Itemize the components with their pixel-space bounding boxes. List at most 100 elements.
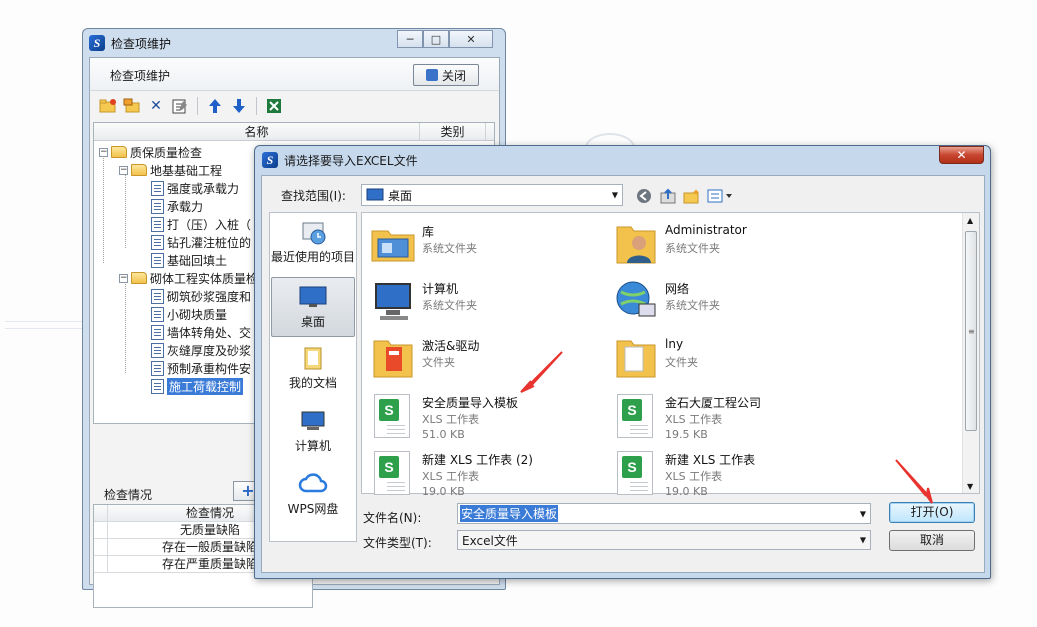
tree-node-label: 钻孔灌注桩位的 [167,235,252,250]
folder-icon [111,146,127,158]
tree-toolbar: ✕ [90,92,499,120]
tree-node-label: 质保质量检查 [130,145,203,160]
file-item[interactable]: S 新建 XLS 工作表 (2) XLS 工作表 19.0 KB [370,449,610,501]
move-down-icon[interactable] [229,96,249,116]
up-folder-icon[interactable] [658,186,678,206]
tree-node-label: 承载力 [167,199,204,214]
documents-folder-icon [304,347,322,370]
tree-node-label: 地基基础工程 [150,163,223,178]
add-item-icon[interactable] [122,96,142,116]
tree-node-item[interactable]: 砌筑砂浆强度和 [151,287,251,305]
place-recent[interactable]: 最近使用的项目 [271,219,355,265]
folder-icon [131,272,147,284]
file-list-scrollbar[interactable]: ▲ ≡ ▼ [962,213,979,493]
file-list: 库 系统文件夹 Administrator 系统文件夹 计算机 系统文件夹 网络… [361,212,980,498]
tree-node-group[interactable]: − 砌体工程实体质量检 [119,269,258,287]
edit-icon[interactable] [170,96,190,116]
tree-node-label: 基础回填土 [167,253,228,268]
tree-node-item-selected[interactable]: 施工荷载控制 [151,377,244,395]
app-logo-icon: S [89,35,105,51]
document-icon [151,180,164,196]
header-bar: 检查项维护 关闭 [90,58,499,91]
maximize-button[interactable]: □ [423,30,449,48]
file-item[interactable]: S 新建 XLS 工作表 XLS 工作表 19.0 KB [613,449,853,501]
document-icon [151,378,164,394]
move-up-icon[interactable] [205,96,225,116]
file-item-target-template[interactable]: S 安全质量导入模板 XLS 工作表 51.0 KB [370,392,610,444]
tree-node-item[interactable]: 钻孔灌注桩位的 [151,233,251,251]
tree-node-root[interactable]: − 质保质量检查 [99,143,202,161]
tree-node-item[interactable]: 打（压）入桩（ [151,215,251,233]
tree-node-item[interactable]: 墙体转角处、交 [151,323,251,341]
tree-line [103,155,104,263]
tree-node-item[interactable]: 承载力 [151,197,203,215]
column-header-type[interactable]: 类别 [420,123,486,140]
file-item[interactable]: lny 文件夹 [613,335,853,387]
tree-node-item[interactable]: 小砌块质量 [151,305,227,323]
tree-line [125,167,126,248]
place-wps-cloud[interactable]: WPS网盘 [271,471,355,517]
recent-items-icon [302,222,326,245]
file-name: 安全质量导入模板 [422,396,519,410]
file-size: 19.0 KB [665,485,708,498]
library-folder-icon [371,230,415,262]
collapse-icon[interactable]: − [119,273,128,283]
open-button[interactable]: 打开(O) [889,502,975,523]
look-in-select[interactable]: 桌面 ▼ [361,184,623,206]
file-item[interactable]: 计算机 系统文件夹 [370,278,610,330]
file-item[interactable]: 激活&驱动 文件夹 [370,335,610,387]
view-menu-icon[interactable] [706,186,734,206]
tree-node-item[interactable]: 基础回填土 [151,251,227,269]
file-size: 51.0 KB [422,428,465,441]
document-icon [151,288,164,304]
file-size: 19.5 KB [665,428,708,441]
file-item[interactable]: S 金石大厦工程公司 XLS 工作表 19.5 KB [613,392,853,444]
toolbar-separator [256,97,257,115]
chevron-down-icon: ▼ [859,509,866,518]
place-label: 最近使用的项目 [271,250,356,264]
collapse-icon[interactable]: − [99,147,108,157]
window-close-button[interactable]: ✕ [449,30,493,48]
minimize-button[interactable]: ─ [397,30,423,48]
document-icon [151,360,164,376]
tree-node-item[interactable]: 灰缝厚度及砂浆 [151,341,251,359]
chevron-down-icon: ▼ [611,190,618,200]
scroll-down-icon[interactable]: ▼ [967,482,973,491]
place-computer[interactable]: 计算机 [271,408,355,454]
cancel-button[interactable]: 取消 [889,530,975,551]
scroll-up-icon[interactable]: ▲ [967,216,973,225]
document-icon [151,252,164,268]
place-label: WPS网盘 [287,502,339,516]
close-button[interactable]: 关闭 [413,64,479,86]
look-in-label: 查找范围(I): [281,189,346,203]
tree-node-group[interactable]: − 地基基础工程 [119,161,222,179]
file-type: 系统文件夹 [422,242,477,255]
file-item[interactable]: 库 系统文件夹 [370,221,610,273]
filename-input[interactable]: 安全质量导入模板 ▼ [457,503,871,524]
collapse-icon[interactable]: − [119,165,128,175]
place-label: 我的文档 [288,376,337,390]
delete-icon[interactable]: ✕ [146,96,166,116]
excel-import-icon[interactable] [264,96,284,116]
grip-icon: ≡ [968,327,975,336]
place-desktop[interactable]: 桌面 [271,277,355,337]
network-icon [616,281,656,317]
place-label: 计算机 [294,439,331,453]
new-folder-icon[interactable] [682,186,702,206]
file-item[interactable]: Administrator 系统文件夹 [613,221,853,273]
import-excel-dialog: S 请选择要导入EXCEL文件 ✕ 查找范围(I): 桌面 ▼ 最近使用的项目 [254,145,991,579]
xls-file-icon: S [370,392,416,438]
place-documents[interactable]: 我的文档 [271,345,355,391]
back-icon[interactable] [634,186,654,206]
desktop-icon [299,286,327,307]
app-logo-icon: S [262,152,278,168]
file-name: 激活&驱动 [422,339,480,353]
tree-node-item[interactable]: 强度或承载力 [151,179,239,197]
add-folder-icon[interactable] [98,96,118,116]
tree-node-item[interactable]: 预制承重构件安 [151,359,251,377]
dialog-close-button[interactable]: ✕ [939,146,984,164]
column-header-name[interactable]: 名称 [94,123,420,140]
filetype-select[interactable]: Excel文件 ▼ [457,530,871,550]
file-item[interactable]: 网络 系统文件夹 [613,278,853,330]
file-type: XLS 工作表 [665,470,723,483]
